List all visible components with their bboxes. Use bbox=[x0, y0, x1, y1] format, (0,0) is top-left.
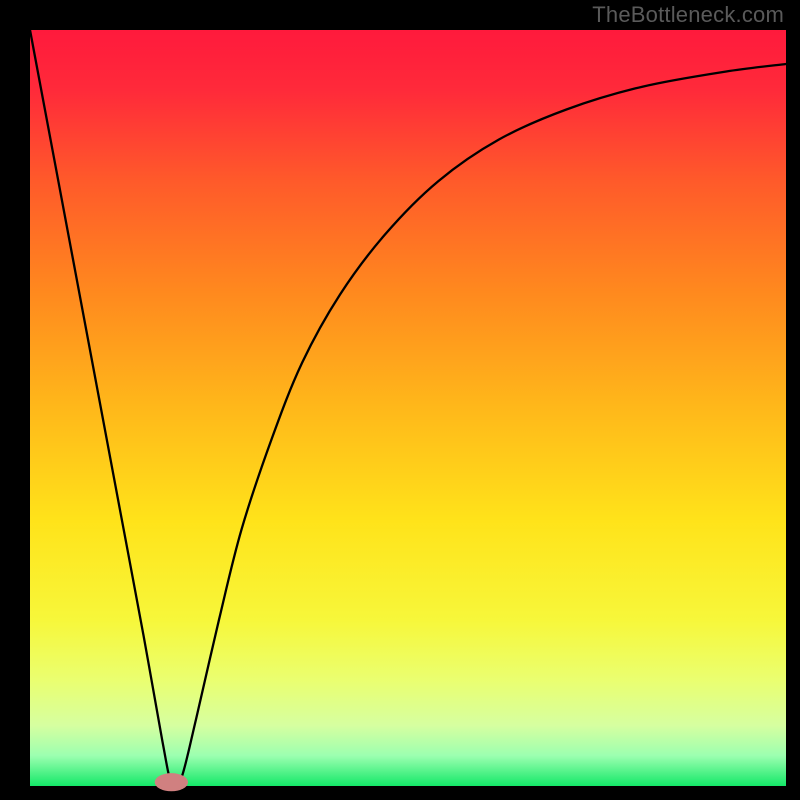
optimal-point-marker bbox=[155, 773, 188, 791]
watermark-label: TheBottleneck.com bbox=[592, 2, 784, 28]
chart-frame: TheBottleneck.com bbox=[0, 0, 800, 800]
plot-background bbox=[30, 30, 786, 786]
bottleneck-chart bbox=[0, 0, 800, 800]
